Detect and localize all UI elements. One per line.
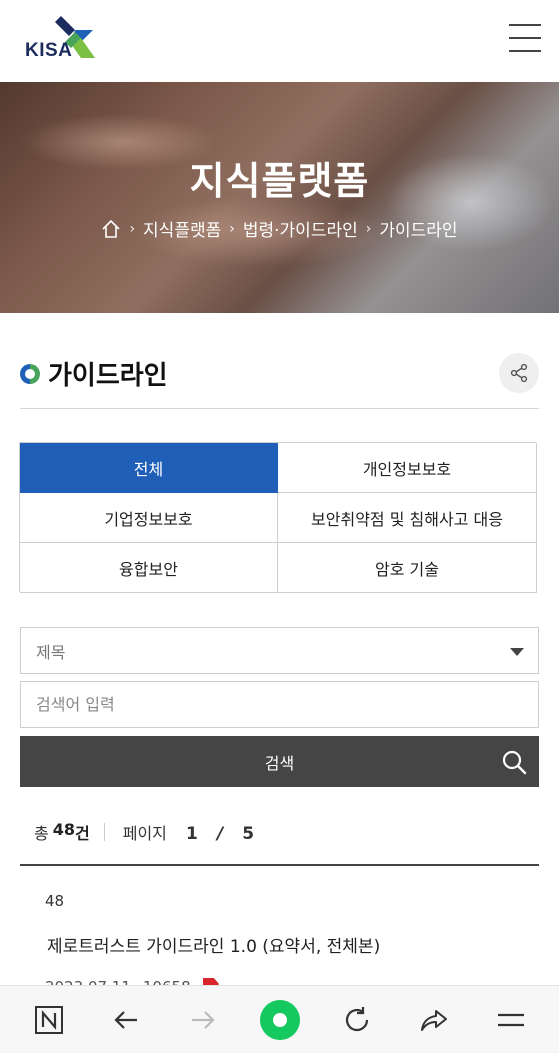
search-button[interactable]: 검색 bbox=[20, 736, 539, 787]
page-label: 페이지 bbox=[122, 824, 167, 843]
section-header: 가이드라인 bbox=[20, 352, 539, 409]
category-tabs: 전체 개인정보보호 기업정보보호 보안취약점 및 침해사고 대응 융합보안 암호… bbox=[19, 442, 537, 593]
total-suffix: 건 bbox=[75, 824, 90, 843]
current-page: 1 bbox=[186, 824, 198, 844]
hamburger-menu-button[interactable] bbox=[509, 24, 541, 56]
search-field-select[interactable]: 제목 bbox=[20, 627, 539, 674]
list-item-title[interactable]: 제로트러스트 가이드라인 1.0 (요약서, 전체본) bbox=[47, 932, 380, 957]
site-header: KISA bbox=[0, 0, 559, 82]
tab-all[interactable]: 전체 bbox=[20, 443, 278, 493]
naver-n-icon bbox=[34, 1005, 63, 1034]
page-separator: / bbox=[216, 824, 224, 844]
total-pages: 5 bbox=[242, 824, 255, 844]
share-arrow-icon bbox=[420, 1009, 447, 1031]
chevron-right-icon: › bbox=[229, 220, 235, 237]
tab-crypto-technology[interactable]: 암호 기술 bbox=[278, 543, 537, 593]
tab-enterprise-info-protection[interactable]: 기업정보보호 bbox=[20, 493, 278, 543]
result-summary: 총 48 건 페이지 1 / 5 bbox=[20, 820, 539, 866]
share-button[interactable] bbox=[499, 353, 539, 393]
tab-personal-info-protection[interactable]: 개인정보보호 bbox=[278, 443, 537, 493]
back-arrow-icon bbox=[113, 1010, 137, 1029]
caret-down-icon bbox=[510, 648, 524, 656]
total-prefix: 총 bbox=[34, 824, 49, 843]
menu-icon bbox=[497, 1013, 524, 1026]
home-circle-icon bbox=[259, 999, 300, 1040]
home-icon[interactable] bbox=[101, 219, 121, 239]
breadcrumb-item[interactable]: 지식플랫폼 bbox=[143, 216, 221, 241]
search-icon bbox=[502, 750, 527, 775]
hamburger-icon-line bbox=[509, 50, 541, 52]
chevron-right-icon: › bbox=[129, 220, 136, 237]
breadcrumb-item[interactable]: 법령·가이드라인 bbox=[243, 216, 358, 241]
title-bullet-icon bbox=[20, 364, 40, 384]
forward-arrow-icon bbox=[191, 1010, 215, 1029]
kisa-logo[interactable]: KISA bbox=[25, 14, 97, 62]
hero-banner: 지식플랫폼 › 지식플랫폼 › 법령·가이드라인 › 가이드라인 bbox=[0, 82, 559, 313]
tab-vulnerability-incident-response[interactable]: 보안취약점 및 침해사고 대응 bbox=[278, 493, 537, 543]
chevron-right-icon: › bbox=[365, 220, 372, 237]
page-title: 가이드라인 bbox=[48, 361, 168, 391]
naver-n-button[interactable] bbox=[27, 998, 71, 1042]
search-input[interactable] bbox=[20, 681, 539, 728]
logo-text: KISA bbox=[25, 40, 73, 61]
breadcrumb: › 지식플랫폼 › 법령·가이드라인 › 가이드라인 bbox=[0, 216, 559, 241]
search-button-label: 검색 bbox=[264, 753, 295, 773]
select-value: 제목 bbox=[36, 642, 66, 662]
forward-button[interactable] bbox=[181, 998, 225, 1042]
hamburger-icon-line bbox=[509, 37, 541, 39]
breadcrumb-item-current[interactable]: 가이드라인 bbox=[379, 216, 457, 241]
back-button[interactable] bbox=[104, 998, 148, 1042]
share-page-button[interactable] bbox=[412, 998, 456, 1042]
share-icon bbox=[510, 363, 528, 383]
page-info: 페이지 1 / 5 bbox=[123, 820, 254, 844]
browser-bottom-bar bbox=[0, 985, 559, 1053]
browser-menu-button[interactable] bbox=[489, 998, 533, 1042]
hero-title: 지식플랫폼 bbox=[189, 159, 370, 203]
total-count: 48 bbox=[52, 820, 75, 839]
divider bbox=[103, 823, 105, 841]
hamburger-icon-line bbox=[509, 24, 541, 26]
home-button[interactable] bbox=[258, 998, 302, 1042]
list-item-number: 48 bbox=[45, 892, 65, 910]
tab-convergence-security[interactable]: 융합보안 bbox=[20, 543, 278, 593]
refresh-icon bbox=[345, 1006, 368, 1031]
refresh-button[interactable] bbox=[335, 998, 379, 1042]
